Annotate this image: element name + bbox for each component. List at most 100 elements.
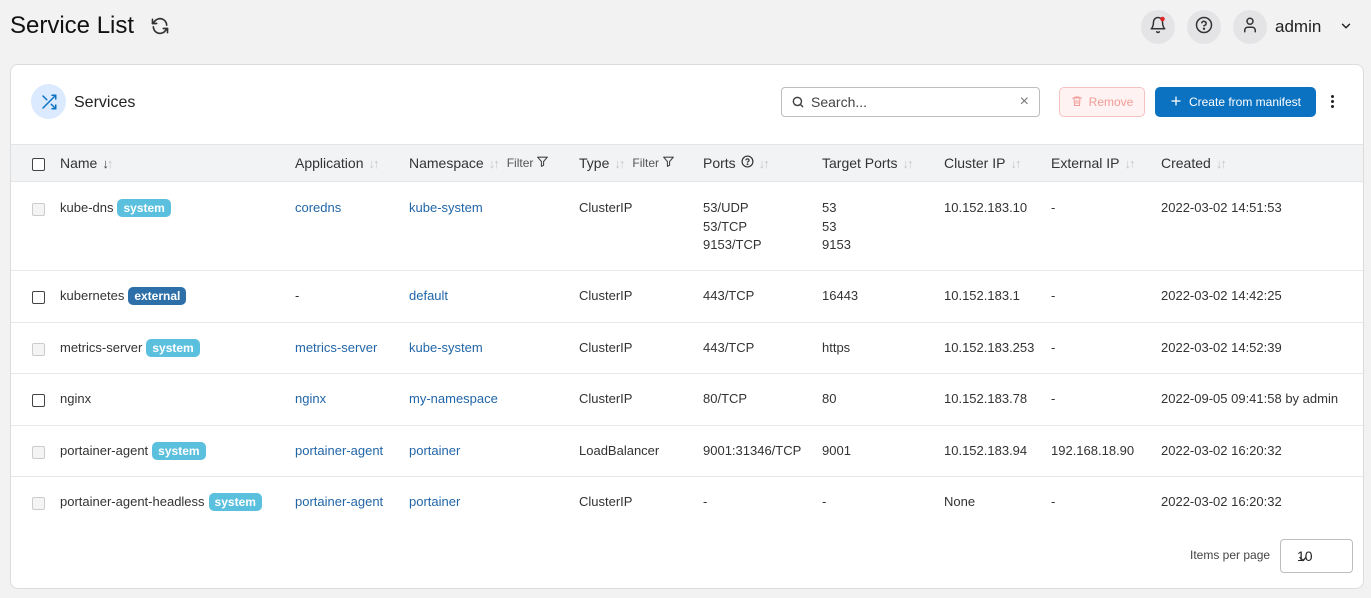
notifications-button[interactable]: [1141, 10, 1175, 44]
table-row: metrics-server system metrics-server kube…: [11, 323, 1363, 374]
port-value: 80/TCP: [703, 391, 748, 406]
chevron-down-icon[interactable]: [1339, 19, 1353, 38]
port-value: -: [703, 494, 708, 509]
namespace-filter[interactable]: Filter: [507, 155, 550, 171]
namespace-link[interactable]: kube-system: [409, 339, 483, 358]
external-ip: -: [1051, 391, 1056, 406]
sort-icon: ↓↑: [1215, 155, 1227, 171]
cluster-ip: None: [944, 494, 976, 509]
refresh-icon[interactable]: [150, 16, 172, 38]
type-filter[interactable]: Filter: [632, 155, 675, 171]
target-port-value: -: [822, 494, 827, 509]
service-name[interactable]: kubernetes: [60, 288, 124, 303]
service-name[interactable]: nginx: [60, 390, 91, 409]
port-value: 9001:31346/TCP: [703, 443, 802, 458]
user-name[interactable]: admin: [1275, 17, 1321, 37]
external-ip: -: [1051, 340, 1056, 355]
row-checkbox: [32, 446, 45, 459]
trash-icon: [1071, 95, 1083, 110]
table-header: Name ↓↑ Application ↓↑ Namespace ↓↑ Filt…: [11, 144, 1363, 182]
services-card: Services × Remove Create from manifest N…: [10, 64, 1364, 589]
row-checkbox: [32, 497, 45, 510]
remove-button-label: Remove: [1088, 95, 1134, 109]
user-menu-button[interactable]: [1233, 10, 1267, 44]
cluster-ip: 10.152.183.94: [944, 443, 1028, 458]
service-name[interactable]: metrics-server: [60, 340, 142, 355]
chevron-down-icon: [1297, 552, 1342, 568]
column-namespace[interactable]: Namespace ↓↑ Filter: [409, 155, 549, 171]
service-name[interactable]: kube-dns: [60, 200, 113, 215]
target-port-value: 9153: [822, 237, 851, 252]
top-bar: Service List admin: [0, 0, 1371, 56]
row-checkbox[interactable]: [32, 394, 45, 407]
search-box[interactable]: ×: [781, 87, 1040, 117]
items-per-page-select[interactable]: 10: [1280, 539, 1353, 573]
cluster-ip: 10.152.183.1: [944, 288, 1020, 303]
application-link[interactable]: portainer-agent: [295, 493, 383, 512]
remove-button[interactable]: Remove: [1059, 87, 1145, 117]
namespace-link[interactable]: kube-system: [409, 199, 483, 218]
namespace-link[interactable]: my-namespace: [409, 390, 498, 409]
status-badge: external: [128, 287, 187, 305]
created-date: 2022-03-02 14:52:39: [1161, 340, 1282, 355]
namespace-link[interactable]: default: [409, 287, 448, 306]
sort-desc-icon: ↓↑: [102, 155, 113, 171]
column-application[interactable]: Application ↓↑: [295, 155, 380, 171]
target-port-value: 80: [822, 391, 837, 406]
target-port-value: 53: [822, 200, 837, 215]
cluster-ip: 10.152.183.78: [944, 391, 1028, 406]
port-value: 53/TCP: [703, 218, 748, 234]
target-port-value: https: [822, 340, 851, 355]
column-created[interactable]: Created ↓↑: [1161, 155, 1227, 171]
port-value: 9153/TCP: [703, 237, 762, 252]
create-from-manifest-button[interactable]: Create from manifest: [1155, 87, 1316, 117]
service-type: ClusterIP: [579, 288, 633, 303]
shuffle-icon: [31, 84, 66, 119]
status-badge: system: [152, 442, 206, 460]
column-cluster-ip[interactable]: Cluster IP ↓↑: [944, 155, 1021, 171]
port-value: 443/TCP: [703, 288, 755, 303]
table-row: kubernetes external - default ClusterIP 4…: [11, 271, 1363, 323]
more-options-icon[interactable]: [1327, 95, 1337, 111]
service-type: ClusterIP: [579, 200, 633, 215]
service-type: LoadBalancer: [579, 443, 660, 458]
created-date: 2022-03-02 16:20:32: [1161, 494, 1282, 509]
service-type: ClusterIP: [579, 391, 633, 406]
sort-icon: ↓↑: [368, 155, 380, 171]
namespace-link[interactable]: portainer: [409, 442, 460, 461]
column-name[interactable]: Name ↓↑: [60, 155, 113, 171]
external-ip: 192.168.18.90: [1051, 443, 1135, 458]
application-link[interactable]: nginx: [295, 390, 326, 409]
namespace-link[interactable]: portainer: [409, 493, 460, 512]
column-ports[interactable]: Ports ↓↑: [703, 155, 770, 171]
external-ip: -: [1051, 494, 1056, 509]
items-per-page-label: Items per page: [1190, 548, 1271, 562]
application-link[interactable]: metrics-server: [295, 339, 377, 358]
column-target-ports[interactable]: Target Ports ↓↑: [822, 155, 913, 171]
created-date: 2022-03-02 14:42:25: [1161, 288, 1282, 303]
help-icon[interactable]: [741, 155, 754, 171]
status-badge: system: [117, 199, 171, 217]
create-button-label: Create from manifest: [1188, 95, 1302, 109]
external-ip: -: [1051, 200, 1056, 215]
help-button[interactable]: [1187, 10, 1221, 44]
application-link[interactable]: coredns: [295, 199, 341, 218]
select-all-checkbox[interactable]: [32, 158, 45, 171]
application-link[interactable]: portainer-agent: [295, 442, 383, 461]
service-type: ClusterIP: [579, 340, 633, 355]
row-checkbox[interactable]: [32, 291, 45, 304]
service-name[interactable]: portainer-agent-headless: [60, 494, 205, 509]
search-input[interactable]: [811, 92, 1011, 112]
service-name[interactable]: portainer-agent: [60, 443, 148, 458]
column-external-ip[interactable]: External IP ↓↑: [1051, 155, 1135, 171]
plus-icon: [1170, 95, 1182, 110]
target-port-value: 9001: [822, 443, 851, 458]
port-value: 53/UDP: [703, 200, 749, 215]
filter-icon: [536, 155, 549, 171]
ports-list: 53/UDP 53/TCP 9153/TCP: [703, 199, 762, 255]
clear-search-icon[interactable]: ×: [1020, 94, 1029, 110]
page-title: Service List: [10, 12, 135, 39]
column-type[interactable]: Type ↓↑ Filter: [579, 155, 675, 171]
application-value: -: [295, 288, 300, 303]
table-row: nginx nginx my-namespace ClusterIP 80/TC…: [11, 374, 1363, 426]
